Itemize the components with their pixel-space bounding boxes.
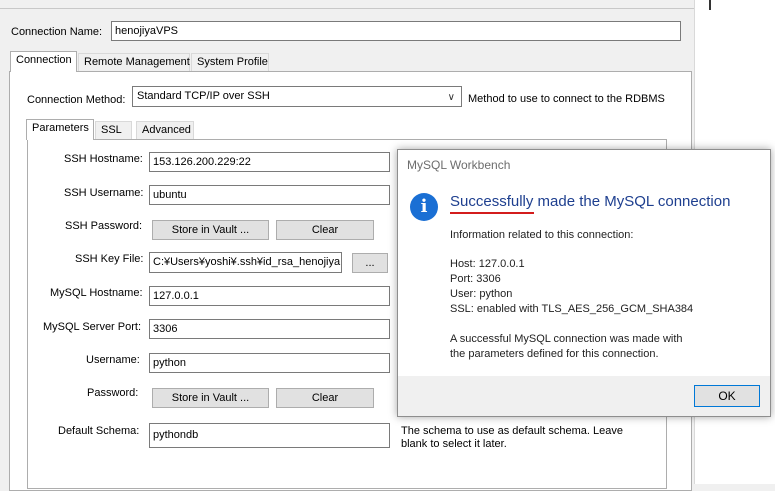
mysql-hostname-label: MySQL Hostname: <box>50 287 143 299</box>
dialog-footer: OK <box>398 376 770 416</box>
ok-button[interactable]: OK <box>694 385 760 407</box>
connection-method-value: Standard TCP/IP over SSH <box>137 90 270 102</box>
connection-method-select[interactable]: Standard TCP/IP over SSH ∨ <box>132 86 462 107</box>
tab-system-profile[interactable]: System Profile <box>191 53 269 71</box>
connection-success-dialog: MySQL Workbench i Successfully made the … <box>397 149 771 417</box>
dialog-intro: Information related to this connection: <box>450 229 634 241</box>
tab-ssl[interactable]: SSL <box>95 121 132 139</box>
mysql-port-label: MySQL Server Port: <box>43 321 142 333</box>
dialog-host: Host: 127.0.0.1 <box>450 258 525 270</box>
dialog-heading: Successfully made the MySQL connection <box>450 193 731 210</box>
browse-key-file-button[interactable]: ... <box>352 253 388 273</box>
heading-underline-annotation <box>450 212 534 214</box>
dialog-port: Port: 3306 <box>450 273 501 285</box>
ssh-key-file-label: SSH Key File: <box>75 253 144 265</box>
ssh-password-clear-button[interactable]: Clear <box>276 220 374 240</box>
default-schema-label: Default Schema: <box>58 425 140 437</box>
password-clear-button[interactable]: Clear <box>276 388 374 408</box>
ssh-password-store-button[interactable]: Store in Vault ... <box>152 220 269 240</box>
mysql-hostname-input[interactable]: 127.0.0.1 <box>149 286 390 306</box>
dialog-ssl: SSL: enabled with TLS_AES_256_GCM_SHA384 <box>450 303 694 315</box>
password-label: Password: <box>87 387 139 399</box>
tab-parameters[interactable]: Parameters <box>26 119 94 140</box>
default-schema-input[interactable]: pythondb <box>149 423 390 448</box>
ssh-username-input[interactable]: ubuntu <box>149 185 390 205</box>
dialog-message-line1: A successful MySQL connection was made w… <box>450 333 683 345</box>
connection-method-label: Connection Method: <box>27 94 126 106</box>
dialog-user: User: python <box>450 288 513 300</box>
default-schema-help-line2: blank to select it later. <box>401 438 507 450</box>
username-input[interactable]: python <box>149 353 390 373</box>
ssh-password-label: SSH Password: <box>65 220 143 232</box>
background-text-cursor <box>709 0 711 10</box>
ssh-hostname-label: SSH Hostname: <box>64 153 143 165</box>
chevron-down-icon: ∨ <box>447 92 455 103</box>
info-icon: i <box>410 193 438 221</box>
connection-name-label: Connection Name: <box>11 26 103 38</box>
connection-method-help: Method to use to connect to the RDBMS <box>468 93 665 105</box>
connection-name-input[interactable]: henojiyaVPS <box>111 21 681 41</box>
mysql-port-input[interactable]: 3306 <box>149 319 390 339</box>
default-schema-help-line1: The schema to use as default schema. Lea… <box>401 425 623 437</box>
ssh-hostname-input[interactable]: 153.126.200.229:22 <box>149 152 390 172</box>
username-label: Username: <box>86 354 140 366</box>
ssh-username-label: SSH Username: <box>64 187 144 199</box>
tab-remote-management[interactable]: Remote Management <box>78 53 190 71</box>
password-store-button[interactable]: Store in Vault ... <box>152 388 269 408</box>
tab-connection[interactable]: Connection <box>10 51 77 72</box>
window-top-edge <box>0 0 694 9</box>
dialog-message-line2: the parameters defined for this connecti… <box>450 348 659 360</box>
dialog-title: MySQL Workbench <box>407 158 511 172</box>
ssh-key-file-input[interactable]: C:¥Users¥yoshi¥.ssh¥id_rsa_henojiya <box>149 252 342 273</box>
tab-advanced[interactable]: Advanced <box>136 121 194 139</box>
